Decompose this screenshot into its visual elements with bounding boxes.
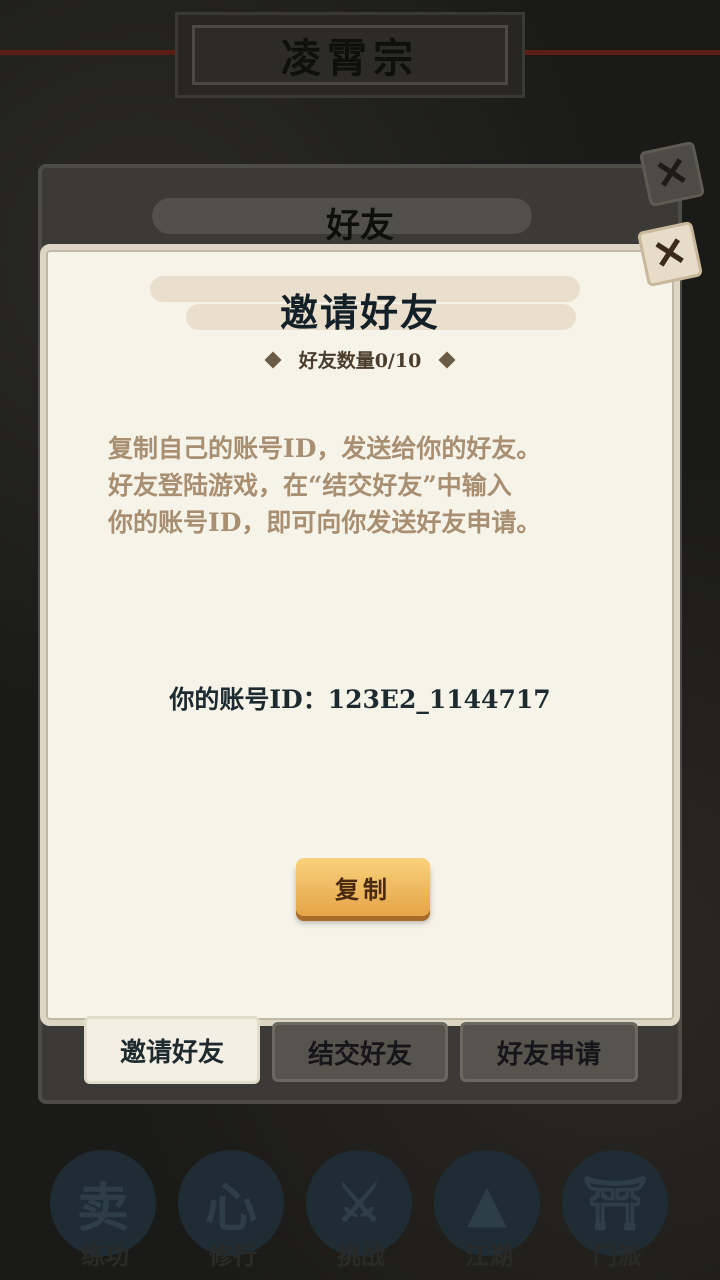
sect-banner-inner: 凌霄宗 (192, 25, 508, 85)
nav-item-cultivate[interactable]: 心 修行 (178, 1150, 288, 1280)
nav-label: 练功 (81, 1241, 129, 1270)
heart-icon: 心 (204, 1177, 257, 1239)
friend-count: 好友数量0/10 (298, 350, 422, 372)
game-screen: 凌霄宗 好友 ✕ 邀请好友 好友数量0/10 复制自己的账号ID，发送给你的好友… (0, 0, 720, 1280)
instruction-line: 好友登陆游戏，在“结交好友”中输入 (108, 471, 512, 500)
sect-title: 凌霄宗 (281, 35, 419, 82)
invite-close-button[interactable]: ✕ (636, 220, 704, 288)
instruction-line: 你的账号ID，即可向你发送好友申请。 (108, 508, 542, 537)
invite-instructions: 复制自己的账号ID，发送给你的好友。 好友登陆游戏，在“结交好友”中输入 你的账… (108, 430, 620, 541)
diamond-icon (438, 351, 456, 368)
nav-label: 门派 (593, 1241, 641, 1270)
nav-label: 修行 (209, 1241, 257, 1270)
nav-item-sect[interactable]: ⛩ 门派 (562, 1150, 672, 1280)
banner-rope-left (0, 50, 176, 55)
account-id: 你的账号ID：123E2_1144717 (169, 685, 551, 714)
nav-item-practice[interactable]: 卖 练功 (50, 1150, 160, 1280)
tab-friend-requests[interactable]: 好友申请 (460, 1022, 638, 1082)
nav-item-jianghu[interactable]: ▲ 江湖 (434, 1150, 544, 1280)
crossed-swords-icon: ⚔ (335, 1172, 383, 1234)
sect-banner: 凌霄宗 (175, 12, 525, 98)
friends-title: 好友 (326, 206, 394, 246)
diamond-icon (264, 351, 282, 368)
friends-close-button[interactable]: ✕ (638, 140, 706, 208)
nav-item-challenge[interactable]: ⚔ 挑战 (306, 1150, 416, 1280)
dialog-title: 邀请好友 (279, 290, 440, 335)
tab-invite-friends[interactable]: 邀请好友 (84, 1016, 260, 1084)
instruction-line: 复制自己的账号ID，发送给你的好友。 (108, 434, 542, 463)
banner-rope-right (524, 50, 720, 55)
nav-label: 江湖 (465, 1241, 513, 1270)
friend-count-row: 好友数量0/10 (46, 346, 674, 373)
close-icon: ✕ (650, 147, 694, 200)
gate-icon: ⛩ (581, 1172, 648, 1234)
bottom-nav: 卖 练功 心 修行 ⚔ 挑战 ▲ 江湖 ⛩ 门派 (0, 1140, 720, 1280)
nav-label: 挑战 (337, 1241, 385, 1270)
fist-icon: 卖 (76, 1177, 129, 1239)
tab-make-friends[interactable]: 结交好友 (272, 1022, 448, 1082)
invite-dialog: 邀请好友 好友数量0/10 复制自己的账号ID，发送给你的好友。 好友登陆游戏，… (40, 244, 680, 1026)
mountain-icon: ▲ (467, 1172, 507, 1234)
copy-button[interactable]: 复制 (296, 858, 430, 916)
close-icon: ✕ (648, 227, 692, 280)
